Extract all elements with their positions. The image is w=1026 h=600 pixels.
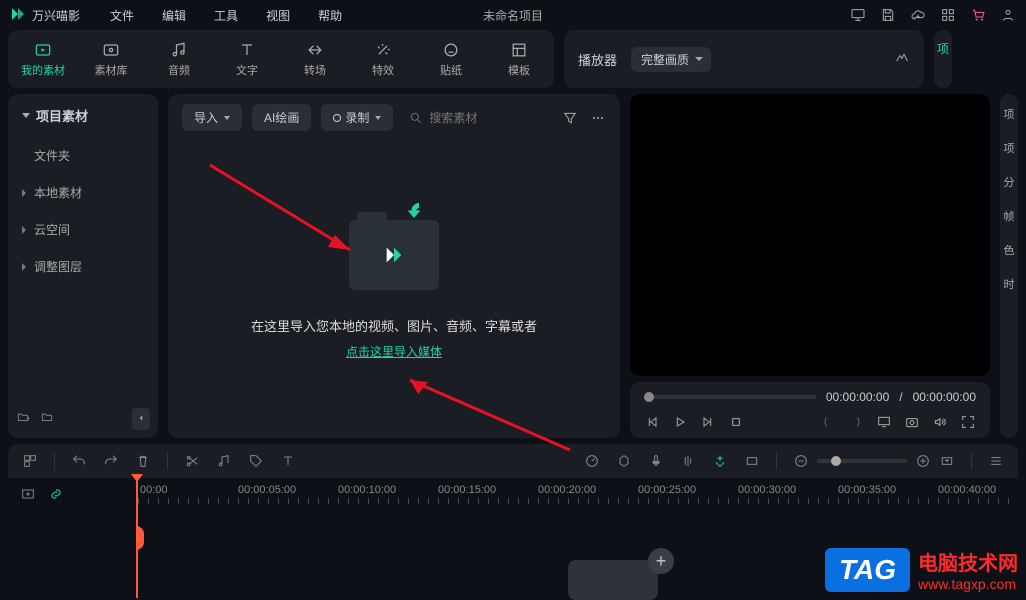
scope-icon[interactable] [894,49,910,70]
right-label-a[interactable]: 项 [1004,106,1015,122]
menu-view[interactable]: 视图 [266,7,290,24]
project-media-header[interactable]: 项目素材 [8,94,158,137]
zoom-fit-icon[interactable] [939,453,955,469]
tab-stickers[interactable]: 贴纸 [422,36,480,82]
track-handle[interactable] [136,526,144,550]
collapse-sidebar-icon[interactable] [132,408,150,430]
next-frame-icon[interactable] [700,414,716,430]
user-icon[interactable] [1000,7,1016,23]
filter-icon[interactable] [562,110,578,126]
time-sep: / [899,390,902,404]
stop-icon[interactable] [728,414,744,430]
layout-icon[interactable] [22,453,38,469]
sidebar-item-local[interactable]: 本地素材 [8,174,158,211]
undo-icon[interactable] [71,453,87,469]
sidebar-item-adjust[interactable]: 调整图层 [8,248,158,285]
right-label-e[interactable]: 色 [1004,242,1015,258]
sidebar-item-folder[interactable]: 文件夹 [8,137,158,174]
audio-adjust-icon[interactable] [680,453,696,469]
time-total: 00:00:00:00 [913,390,976,404]
search-icon [409,111,423,125]
magnet-icon[interactable] [712,453,728,469]
menu-tools[interactable]: 工具 [214,7,238,24]
sidebar-item-cloud[interactable]: 云空间 [8,211,158,248]
menu-help[interactable]: 帮助 [318,7,342,24]
music-icon[interactable] [216,453,232,469]
play-icon[interactable] [672,414,688,430]
zoom-slider[interactable] [817,459,907,463]
search-input[interactable]: 搜索素材 [409,109,477,126]
prev-frame-icon[interactable] [644,414,660,430]
cloud-icon[interactable] [910,7,926,23]
tab-effects[interactable]: 特效 [354,36,412,82]
cart-icon[interactable] [970,7,986,23]
right-label-c[interactable]: 分 [1004,174,1015,190]
desktop-icon[interactable] [850,7,866,23]
video-preview[interactable] [630,94,990,376]
app-name: 万兴喵影 [32,7,80,24]
tab-my-media[interactable]: 我的素材 [14,36,72,82]
apps-icon[interactable] [940,7,956,23]
progress-slider[interactable] [644,395,816,399]
tab-audio[interactable]: 音频 [150,36,208,82]
voiceover-icon[interactable] [648,453,664,469]
more-icon[interactable] [590,110,606,126]
record-button[interactable]: 录制 [321,104,393,131]
import-link[interactable]: 点击这里导入媒体 [346,343,442,360]
app-logo: 万兴喵影 [10,6,80,25]
clip-placeholder[interactable] [568,560,658,600]
speed-icon[interactable] [584,453,600,469]
zoom-in-icon[interactable] [915,453,931,469]
tab-text[interactable]: 文字 [218,36,276,82]
tab-media-lib[interactable]: 素材库 [82,36,140,82]
tag-icon[interactable] [248,453,264,469]
add-clip-button[interactable]: + [648,548,674,574]
save-icon[interactable] [880,7,896,23]
time-ruler[interactable]: 00:00 00:00:05:00 00:00:10:00 00:00:15:0… [138,478,1018,502]
player-label: 播放器 [578,50,617,69]
new-folder-icon[interactable] [16,410,30,429]
mark-in-icon[interactable] [820,414,836,430]
delete-icon[interactable] [135,453,151,469]
zoom-out-icon[interactable] [793,453,809,469]
folder-icon[interactable] [40,410,54,429]
watermark: TAG 电脑技术网 www.tagxp.com [825,547,1018,592]
drop-text: 在这里导入您本地的视频、图片、音频、字幕或者 [251,316,537,335]
fullscreen-icon[interactable] [960,414,976,430]
volume-icon[interactable] [932,414,948,430]
ai-draw-button[interactable]: AI绘画 [252,104,311,131]
right-label-b[interactable]: 项 [1004,140,1015,156]
menu-edit[interactable]: 编辑 [162,7,186,24]
import-folder-icon[interactable] [349,220,439,290]
tab-transition[interactable]: 转场 [286,36,344,82]
snapshot-icon[interactable] [904,414,920,430]
right-label-f[interactable]: 时 [1004,276,1015,292]
import-button[interactable]: 导入 [182,104,242,131]
project-title: 未命名项目 [483,7,543,24]
right-label-d[interactable]: 帧 [1004,208,1015,224]
tab-templates[interactable]: 模板 [490,36,548,82]
right-tab[interactable]: 项 [934,30,952,88]
ratio-icon[interactable] [744,453,760,469]
list-icon[interactable] [988,453,1004,469]
redo-icon[interactable] [103,453,119,469]
cut-icon[interactable] [184,453,200,469]
text-tool-icon[interactable] [280,453,296,469]
record-dot-icon [333,114,341,122]
mark-out-icon[interactable] [848,414,864,430]
marker-icon[interactable] [616,453,632,469]
menu-file[interactable]: 文件 [110,7,134,24]
add-track-icon[interactable] [20,486,36,502]
screen-icon[interactable] [876,414,892,430]
quality-dropdown[interactable]: 完整画质 [631,47,711,72]
link-icon[interactable] [48,486,64,502]
time-current: 00:00:00:00 [826,390,889,404]
